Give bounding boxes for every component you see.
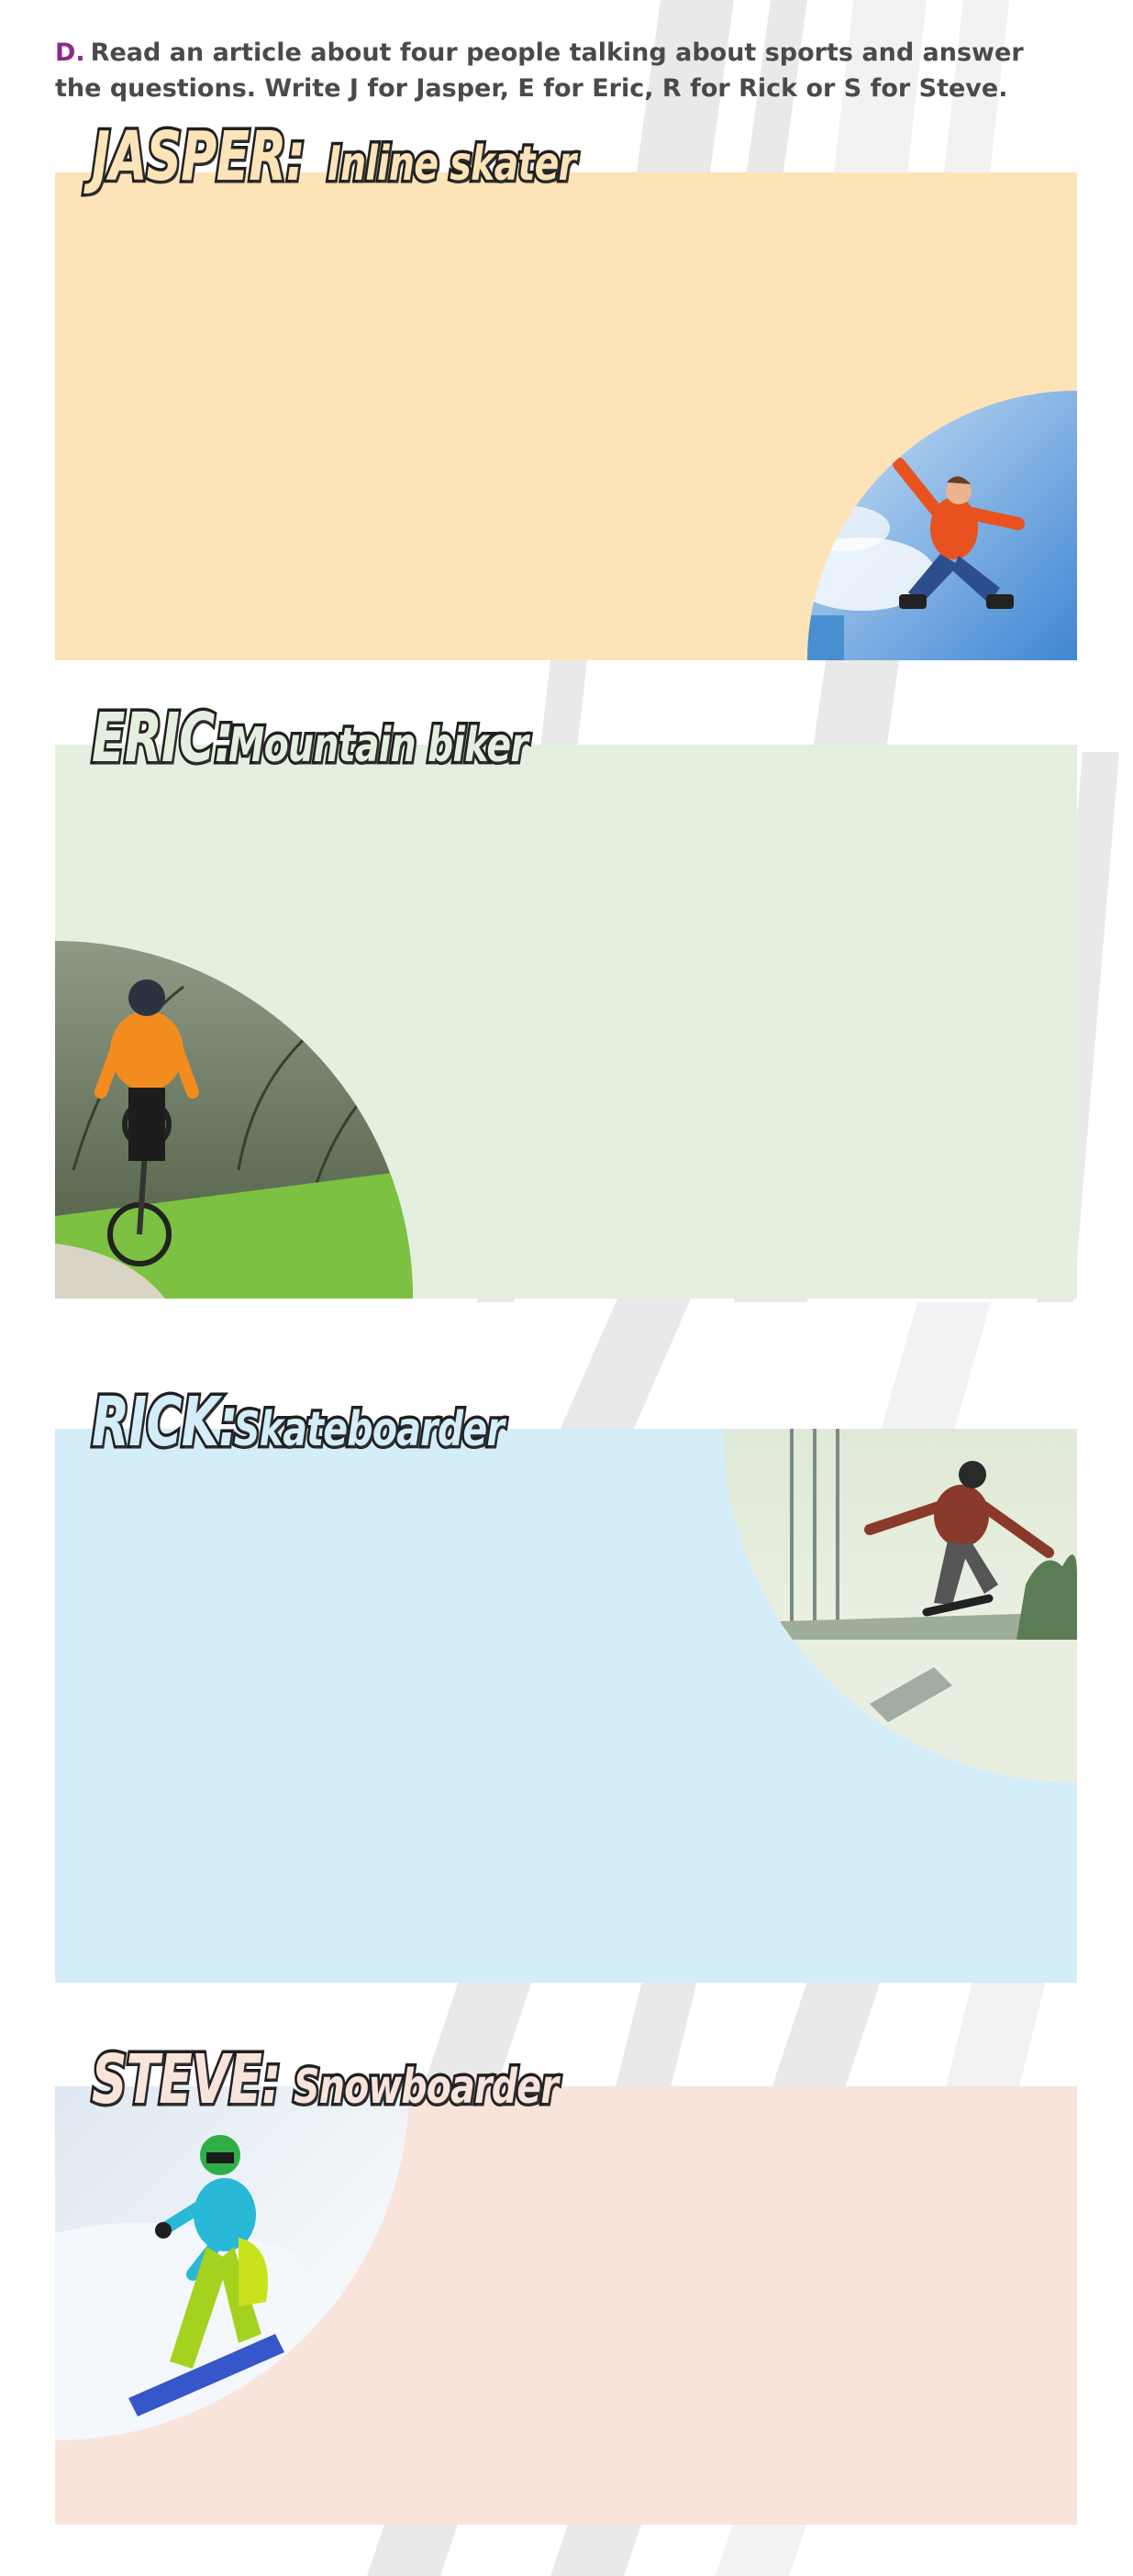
person-role: Skateboarder — [232, 1399, 507, 1461]
exercise-letter: D. — [55, 39, 85, 67]
snowboarder-photo — [55, 2086, 409, 2440]
person-role: Mountain biker — [226, 715, 530, 777]
person-name: ERIC: — [89, 696, 236, 781]
person-role: Inline skater — [325, 134, 578, 195]
eric-panel — [55, 745, 1077, 1299]
mountain-biker-photo — [55, 941, 413, 1299]
person-name: RICK: — [89, 1380, 240, 1465]
rick-heading: RICK: Skateboarder — [89, 1380, 589, 1465]
skateboarder-photo — [723, 1429, 1077, 1783]
person-role: Snowboarder — [292, 2057, 561, 2118]
person-name: JASPER: — [89, 115, 307, 200]
eric-heading: ERIC: Mountain biker — [89, 696, 622, 781]
person-name: STEVE: — [89, 2038, 283, 2123]
jasper-panel — [55, 172, 1077, 660]
steve-heading: STEVE: Snowboarder — [89, 2038, 641, 2123]
exercise-instruction: D. Read an article about four people talk… — [55, 35, 1064, 106]
instruction-text: Read an article about four people talkin… — [55, 39, 1024, 103]
rick-panel — [55, 1429, 1077, 1983]
steve-panel — [55, 2086, 1077, 2525]
jasper-heading: JASPER: Inline skater — [89, 115, 654, 200]
inline-skater-photo — [807, 391, 1077, 660]
